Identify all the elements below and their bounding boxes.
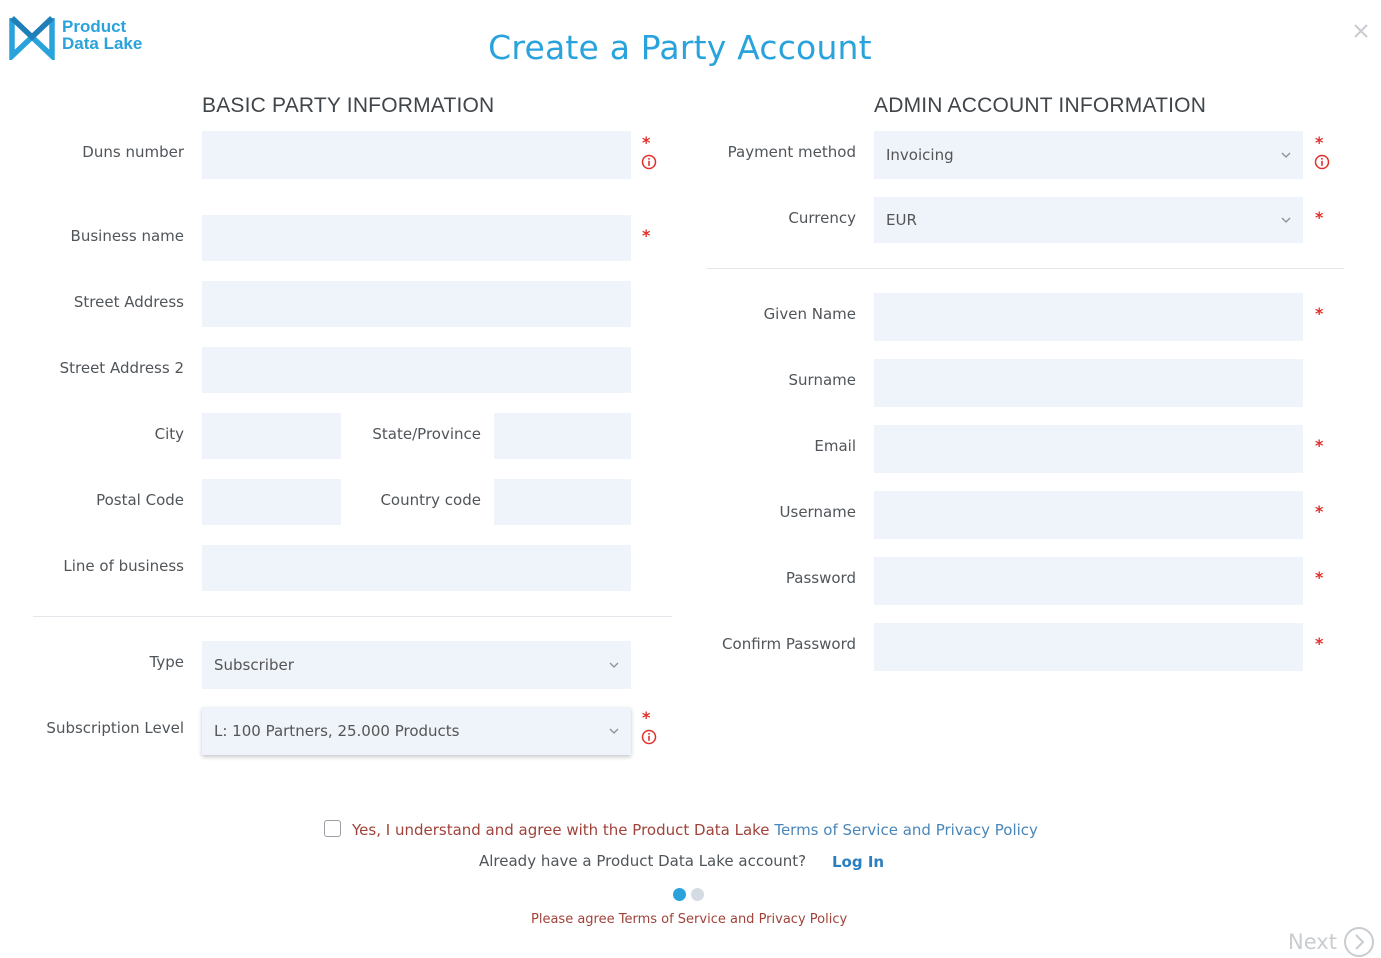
currency-select[interactable]: EUR bbox=[874, 197, 1303, 243]
chevron-down-icon bbox=[609, 662, 619, 668]
info-icon[interactable] bbox=[641, 154, 657, 170]
required-marker: * bbox=[1315, 304, 1324, 323]
state-province-label: State/Province bbox=[372, 425, 481, 443]
admin-section-heading: ADMIN ACCOUNT INFORMATION bbox=[874, 94, 1207, 117]
logo-line2: Data Lake bbox=[62, 34, 143, 53]
type-select[interactable]: Subscriber bbox=[202, 641, 631, 689]
terms-link[interactable]: Terms of Service and Privacy Policy bbox=[774, 821, 1038, 839]
required-marker: * bbox=[1315, 634, 1324, 653]
username-input[interactable] bbox=[874, 491, 1303, 539]
info-icon[interactable] bbox=[641, 729, 657, 745]
city-label: City bbox=[154, 425, 184, 443]
next-label: Next bbox=[1288, 930, 1337, 954]
postal-code-label: Postal Code bbox=[96, 491, 184, 509]
surname-input[interactable] bbox=[874, 359, 1303, 407]
step-indicator-inactive bbox=[691, 888, 704, 901]
password-input[interactable] bbox=[874, 557, 1303, 605]
street-address-input[interactable] bbox=[202, 281, 631, 327]
basic-section-heading: BASIC PARTY INFORMATION bbox=[202, 94, 495, 117]
email-input[interactable] bbox=[874, 425, 1303, 473]
info-icon[interactable] bbox=[1314, 154, 1330, 170]
given-name-input[interactable] bbox=[874, 293, 1303, 341]
required-marker: * bbox=[642, 708, 651, 727]
username-label: Username bbox=[779, 503, 856, 521]
country-code-label: Country code bbox=[380, 491, 481, 509]
chevron-down-icon bbox=[609, 728, 619, 734]
required-marker: * bbox=[1315, 502, 1324, 521]
line-of-business-input[interactable] bbox=[202, 545, 631, 591]
street-address-2-input[interactable] bbox=[202, 347, 631, 393]
subscription-level-value: L: 100 Partners, 25.000 Products bbox=[214, 722, 460, 740]
subscription-level-select[interactable]: L: 100 Partners, 25.000 Products bbox=[202, 707, 631, 755]
surname-label: Surname bbox=[788, 371, 856, 389]
required-marker: * bbox=[1315, 208, 1324, 227]
required-marker: * bbox=[1315, 568, 1324, 587]
already-have-account-text: Already have a Product Data Lake account… bbox=[479, 852, 807, 870]
agree-statement: Yes, I understand and agree with the Pro… bbox=[352, 821, 1038, 839]
required-marker: * bbox=[642, 226, 651, 245]
state-province-input[interactable] bbox=[494, 413, 631, 459]
terms-warning: Please agree Terms of Service and Privac… bbox=[531, 912, 848, 927]
section-divider bbox=[33, 616, 672, 617]
required-marker: * bbox=[642, 133, 651, 152]
page-title: Create a Party Account bbox=[488, 28, 872, 67]
section-divider bbox=[706, 268, 1344, 269]
duns-input[interactable] bbox=[202, 131, 631, 179]
step-indicator-active bbox=[673, 888, 686, 901]
given-name-label: Given Name bbox=[763, 305, 856, 323]
logo-mark-icon bbox=[9, 16, 55, 60]
line-of-business-label: Line of business bbox=[63, 557, 184, 575]
type-label: Type bbox=[149, 653, 184, 671]
chevron-down-icon bbox=[1281, 217, 1291, 223]
agree-text: Yes, I understand and agree with the Pro… bbox=[352, 821, 770, 839]
email-label: Email bbox=[814, 437, 856, 455]
business-name-input[interactable] bbox=[202, 215, 631, 261]
next-button[interactable]: Next bbox=[1288, 926, 1375, 958]
product-data-lake-logo: Product Data Lake bbox=[8, 14, 158, 60]
payment-method-select[interactable]: Invoicing bbox=[874, 131, 1303, 179]
subscription-level-label: Subscription Level bbox=[46, 719, 184, 737]
payment-method-label: Payment method bbox=[727, 143, 856, 161]
currency-label: Currency bbox=[788, 209, 856, 227]
payment-method-value: Invoicing bbox=[886, 146, 954, 164]
type-select-value: Subscriber bbox=[214, 656, 294, 674]
confirm-password-label: Confirm Password bbox=[722, 635, 856, 653]
business-name-label: Business name bbox=[70, 227, 184, 245]
close-icon[interactable] bbox=[1350, 20, 1372, 42]
logo-line1: Product bbox=[62, 17, 127, 36]
agree-checkbox[interactable] bbox=[324, 820, 341, 837]
street-address-2-label: Street Address 2 bbox=[59, 359, 184, 377]
chevron-right-circle-icon bbox=[1343, 927, 1374, 957]
required-marker: * bbox=[1315, 436, 1324, 455]
login-link[interactable]: Log In bbox=[832, 853, 884, 871]
required-marker: * bbox=[1315, 133, 1324, 152]
duns-label: Duns number bbox=[82, 143, 184, 161]
chevron-down-icon bbox=[1281, 152, 1291, 158]
confirm-password-input[interactable] bbox=[874, 623, 1303, 671]
postal-code-input[interactable] bbox=[202, 479, 341, 525]
password-label: Password bbox=[785, 569, 856, 587]
currency-value: EUR bbox=[886, 211, 917, 229]
country-code-input[interactable] bbox=[494, 479, 631, 525]
city-input[interactable] bbox=[202, 413, 341, 459]
street-address-label: Street Address bbox=[73, 293, 184, 311]
